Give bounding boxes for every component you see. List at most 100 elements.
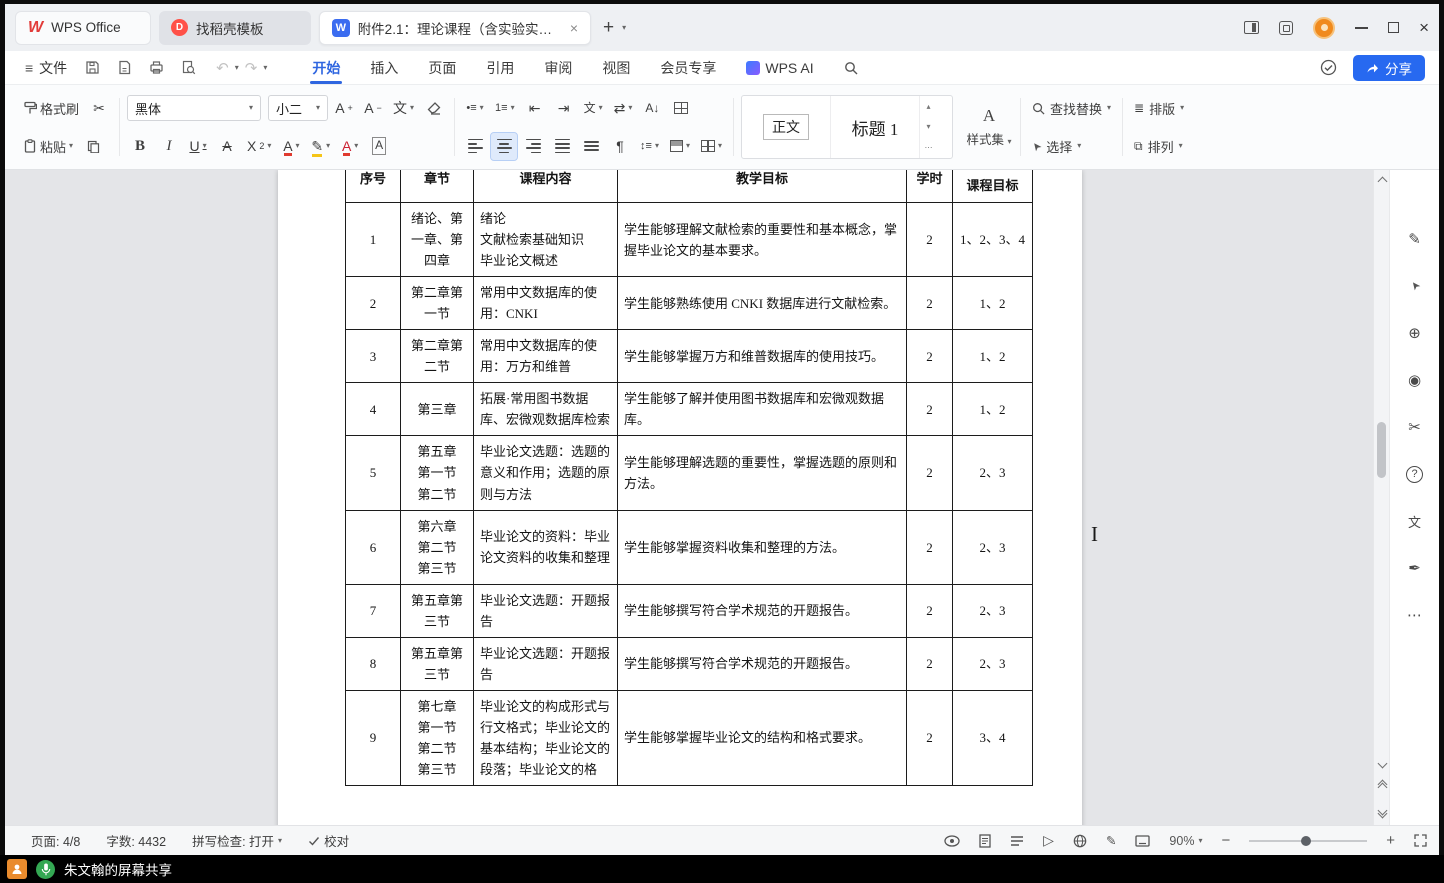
undo-icon[interactable]: ↶: [216, 59, 229, 77]
cell-content[interactable]: 常用中文数据库的使用：万方和维普: [474, 330, 618, 383]
panel-stamp-icon[interactable]: ◉: [1404, 369, 1426, 391]
microphone-icon[interactable]: [36, 860, 55, 879]
cell-chapter[interactable]: 第五章第三节: [401, 584, 474, 637]
select-button[interactable]: ➤ 选择▾: [1028, 130, 1115, 162]
panel-edit-pen-icon[interactable]: ✎: [1404, 228, 1426, 250]
cell-objective[interactable]: 学生能够掌握毕业论文的结构和格式要求。: [618, 690, 907, 785]
cell-chapter[interactable]: 第二章第一节: [401, 277, 474, 330]
vertical-scrollbar[interactable]: [1373, 170, 1389, 825]
page-indicator[interactable]: 页面: 4/8: [31, 831, 80, 850]
font-name-select[interactable]: 黑体▾: [127, 95, 261, 121]
paste-button[interactable]: 粘贴▾: [19, 133, 77, 160]
zoom-in-button[interactable]: +: [1386, 832, 1395, 849]
tab-current-document[interactable]: W 附件2.1：理论课程（含实验实训） ×: [319, 11, 591, 45]
tab-review[interactable]: 审阅: [529, 51, 587, 84]
bullets-button[interactable]: •≡▾: [462, 95, 488, 122]
app-center-icon[interactable]: [1279, 21, 1293, 35]
font-size-select[interactable]: 小二▾: [268, 95, 328, 121]
tab-reference[interactable]: 引用: [471, 51, 529, 84]
cell-content[interactable]: 毕业论文的资料：毕业论文资料的收集和整理: [474, 510, 618, 584]
document-page[interactable]: 序号 章节 课程内容 教学目标 学时 课程目标: [278, 170, 1082, 825]
increase-indent-button[interactable]: ⇥: [551, 95, 577, 122]
tab-insert[interactable]: 插入: [355, 51, 413, 84]
cell-content[interactable]: 毕业论文的构成形式与行文格式；毕业论文的基本结构；毕业论文的段落；毕业论文的格: [474, 690, 618, 785]
cell-objective[interactable]: 学生能够掌握资料收集和整理的方法。: [618, 510, 907, 584]
fit-window-icon[interactable]: [1135, 835, 1150, 847]
cell-objective[interactable]: 学生能够撰写符合学术规范的开题报告。: [618, 637, 907, 690]
cell-no[interactable]: 6: [346, 510, 401, 584]
cell-hours[interactable]: 2: [907, 690, 953, 785]
cell-hours[interactable]: 2: [907, 584, 953, 637]
style-body-text[interactable]: 正文: [742, 96, 831, 158]
clear-format-button[interactable]: [421, 95, 447, 122]
sort-button[interactable]: A↓: [639, 95, 665, 122]
cell-content[interactable]: 毕业论文选题：开题报告: [474, 637, 618, 690]
align-center-button[interactable]: [491, 133, 517, 160]
proofread-button[interactable]: 校对: [308, 831, 349, 850]
strikethrough-button[interactable]: A: [214, 133, 240, 160]
cell-objective[interactable]: 学生能够撰写符合学术规范的开题报告。: [618, 584, 907, 637]
cell-goals[interactable]: 2、3: [953, 510, 1033, 584]
preview-eye-icon[interactable]: [944, 835, 960, 847]
paragraph-layout-button[interactable]: ¶: [607, 133, 633, 160]
cell-objective[interactable]: 学生能够理解文献检索的重要性和基本概念，掌握毕业论文的基本要求。: [618, 203, 907, 277]
previous-page-icon[interactable]: [1374, 781, 1390, 791]
highlight-button[interactable]: ✎▾: [307, 133, 334, 160]
cell-hours[interactable]: 2: [907, 637, 953, 690]
redo-caret-icon[interactable]: ▾: [263, 64, 267, 72]
cell-goals[interactable]: 1、2、3、4: [953, 203, 1033, 277]
copy-button[interactable]: [80, 133, 106, 160]
redo-icon[interactable]: ↷: [245, 59, 258, 77]
tab-page[interactable]: 页面: [413, 51, 471, 84]
tab-wps-ai[interactable]: WPS AI: [731, 51, 828, 84]
scroll-down-icon[interactable]: [1374, 760, 1390, 767]
table-grid-button[interactable]: [668, 95, 694, 122]
cell-hours[interactable]: 2: [907, 436, 953, 510]
distribute-button[interactable]: [578, 133, 604, 160]
header-content[interactable]: 课程内容: [474, 170, 618, 203]
justify-button[interactable]: [549, 133, 575, 160]
print-preview-icon[interactable]: [181, 60, 196, 75]
gallery-down-icon[interactable]: ▾: [926, 122, 930, 131]
cut-button[interactable]: ✂: [86, 95, 112, 122]
close-button[interactable]: ×: [1419, 19, 1429, 36]
text-direction-button[interactable]: ⇄▾: [610, 95, 637, 122]
style-heading-1[interactable]: 标题 1: [831, 96, 920, 158]
borders-button[interactable]: ▾: [697, 133, 726, 160]
find-replace-button[interactable]: 查找替换▾: [1028, 92, 1115, 124]
panel-signature-icon[interactable]: ✒: [1404, 557, 1426, 579]
cell-goals[interactable]: 2、3: [953, 637, 1033, 690]
text-tool-button[interactable]: 文▾: [580, 95, 607, 122]
zoom-slider[interactable]: [1249, 840, 1367, 842]
spellcheck-status[interactable]: 拼写检查: 打开▾: [192, 831, 282, 850]
header-hours[interactable]: 学时: [907, 170, 953, 203]
cell-no[interactable]: 4: [346, 383, 401, 436]
panel-select-cursor-icon[interactable]: ➤: [1399, 271, 1430, 302]
style-set-button[interactable]: A 样式集 ▾: [959, 90, 1019, 164]
font-color-button[interactable]: A▾: [278, 133, 304, 160]
tab-member[interactable]: 会员专享: [645, 51, 731, 84]
format-painter-button[interactable]: 格式刷: [19, 95, 83, 122]
word-count[interactable]: 字数: 4432: [106, 831, 166, 850]
fullscreen-icon[interactable]: [1414, 834, 1427, 847]
document-canvas[interactable]: 序号 章节 课程内容 教学目标 学时 课程目标: [5, 170, 1373, 825]
panel-help-icon[interactable]: ?: [1404, 463, 1426, 485]
cell-content[interactable]: 绪论 文献检索基础知识 毕业论文概述: [474, 203, 618, 277]
zoom-slider-thumb[interactable]: [1301, 836, 1311, 846]
cell-goals[interactable]: 3、4: [953, 690, 1033, 785]
cell-chapter[interactable]: 第三章: [401, 383, 474, 436]
cell-chapter[interactable]: 第五章 第一节 第二节: [401, 436, 474, 510]
char-border-button[interactable]: A: [366, 133, 392, 160]
cell-no[interactable]: 3: [346, 330, 401, 383]
output-icon[interactable]: [117, 60, 132, 75]
panel-translate-icon[interactable]: 文: [1404, 510, 1426, 532]
shading-button[interactable]: ▾: [666, 133, 694, 160]
cell-chapter[interactable]: 第六章 第二节 第三节: [401, 510, 474, 584]
ink-edit-icon[interactable]: ✎: [1106, 833, 1116, 848]
ribbon-search-button[interactable]: [829, 51, 873, 84]
header-no[interactable]: 序号: [346, 170, 401, 203]
cell-objective[interactable]: 学生能够熟练使用 CNKI 数据库进行文献检索。: [618, 277, 907, 330]
tab-close-icon[interactable]: ×: [570, 20, 578, 36]
next-page-icon[interactable]: [1374, 807, 1390, 817]
bold-button[interactable]: B: [127, 133, 153, 160]
